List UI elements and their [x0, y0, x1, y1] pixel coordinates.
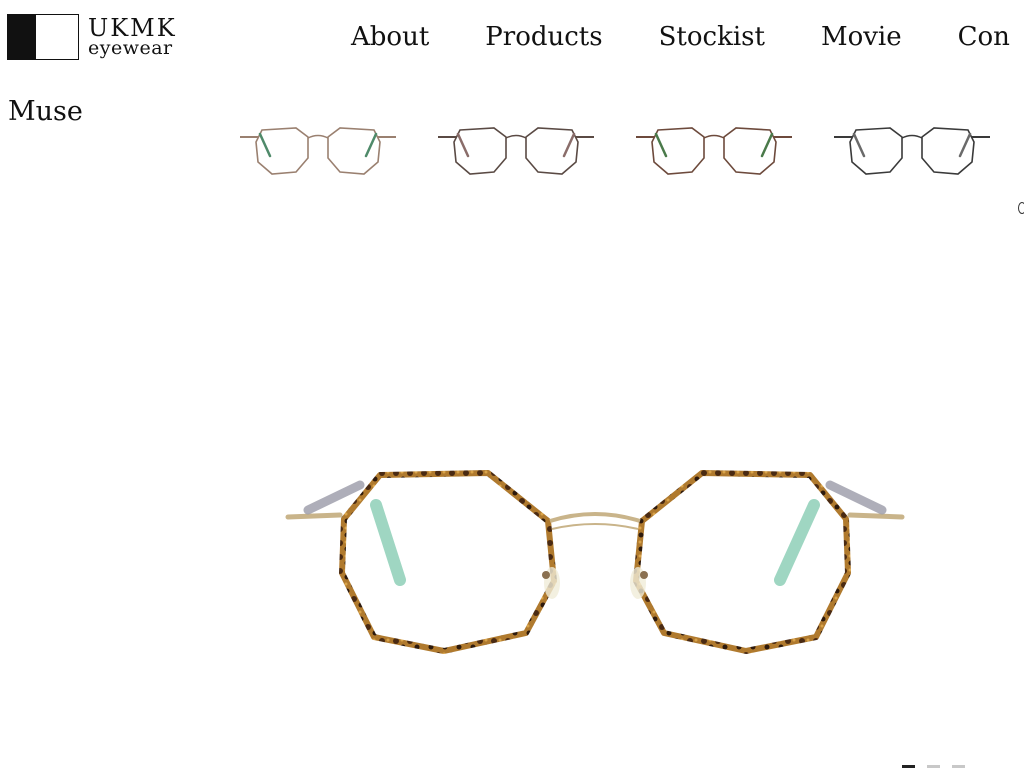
slider-dots — [902, 765, 977, 768]
nav-contact[interactable]: Con — [958, 22, 1010, 52]
slider-dot[interactable] — [952, 765, 965, 768]
nav-about[interactable]: About — [351, 22, 429, 52]
product-title: Muse — [8, 96, 83, 127]
nav-stockist[interactable]: Stockist — [659, 22, 765, 52]
logo[interactable]: UKMK eyewear — [7, 14, 177, 60]
page: UKMK eyewear About Products Stockist Mov… — [0, 0, 1024, 769]
carousel-next-icon[interactable] — [1018, 202, 1024, 214]
product-thumbnail[interactable] — [830, 120, 994, 182]
main-nav: About Products Stockist Movie Con — [351, 22, 1024, 52]
slider-dot[interactable] — [902, 765, 915, 768]
eyeglasses-icon — [438, 127, 594, 175]
slider-dot[interactable] — [927, 765, 940, 768]
product-thumbnail[interactable] — [632, 120, 796, 182]
product-thumbnail[interactable] — [236, 120, 400, 182]
main-product-image — [280, 455, 910, 665]
eyeglasses-icon — [240, 127, 396, 175]
round-eyeglasses-icon — [285, 470, 905, 654]
nav-movie[interactable]: Movie — [821, 22, 902, 52]
thumbnail-strip — [236, 120, 1024, 182]
nav-products[interactable]: Products — [485, 22, 602, 52]
eyeglasses-icon — [834, 127, 990, 175]
eyeglasses-icon — [636, 127, 792, 175]
logo-mark-icon — [7, 14, 79, 60]
logo-text: UKMK eyewear — [88, 16, 177, 58]
logo-sub: eyewear — [88, 37, 173, 59]
product-thumbnail[interactable] — [434, 120, 598, 182]
